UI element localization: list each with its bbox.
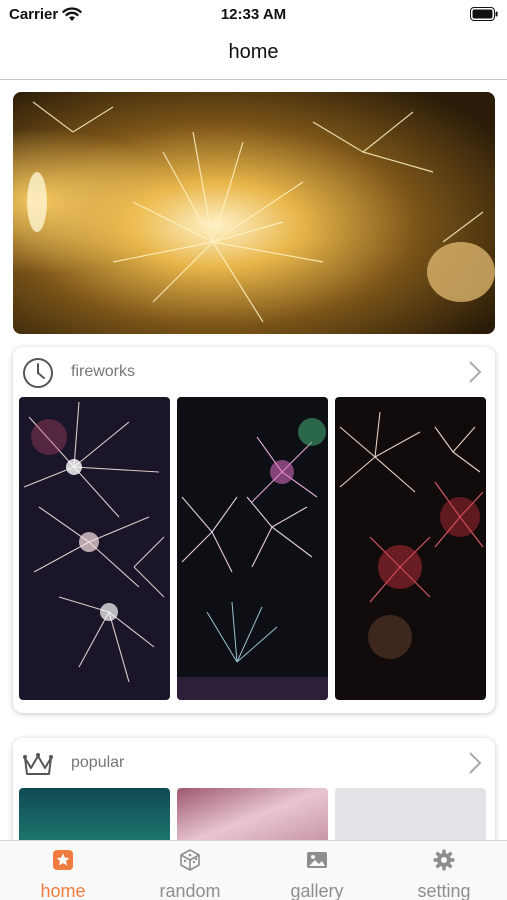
popular-thumbnail-image[interactable] — [177, 788, 328, 840]
page-title: home — [228, 41, 279, 63]
crown-icon — [23, 753, 53, 775]
home-star-icon — [53, 850, 73, 870]
fireworks-section-card[interactable]: fireworks — [13, 347, 495, 713]
chevron-right-icon[interactable] — [467, 360, 483, 384]
status-time: 12:33 AM — [220, 6, 287, 23]
tab-label: home — [40, 881, 86, 900]
photo-icon — [307, 852, 327, 868]
section-title: popular — [71, 754, 125, 771]
tab-bar: home random gallery setting — [0, 840, 507, 900]
popular-thumbnail-image[interactable] — [19, 788, 170, 840]
home-scroll-view[interactable]: fireworks popular — [0, 80, 507, 840]
navigation-bar: home — [0, 30, 507, 80]
tab-home[interactable]: home — [0, 841, 126, 900]
status-bar: Carrier 12:33 AM — [0, 0, 507, 30]
firework-thumbnail-image[interactable] — [19, 397, 170, 700]
popular-section-card[interactable]: popular — [13, 738, 495, 840]
chevron-right-icon[interactable] — [467, 751, 483, 775]
tab-random[interactable]: random — [127, 841, 253, 900]
clock-icon — [23, 358, 53, 388]
battery-icon — [470, 7, 498, 21]
gear-icon — [433, 849, 455, 871]
tab-label: gallery — [290, 881, 344, 900]
fireworks-section-header[interactable]: fireworks — [13, 347, 495, 397]
tab-label: random — [159, 881, 221, 900]
popular-thumbnails — [19, 788, 489, 840]
dice-icon — [180, 849, 200, 871]
tab-setting[interactable]: setting — [381, 841, 507, 900]
firework-thumbnail-image[interactable] — [177, 397, 328, 700]
firework-thumbnail-image[interactable] — [335, 397, 486, 700]
tab-gallery[interactable]: gallery — [254, 841, 380, 900]
section-title: fireworks — [71, 363, 136, 380]
popular-thumbnail-image[interactable] — [335, 788, 486, 840]
popular-section-header[interactable]: popular — [13, 738, 495, 788]
hero-banner-image[interactable] — [13, 92, 495, 334]
tab-label: setting — [417, 881, 471, 900]
fireworks-thumbnails — [19, 397, 489, 701]
